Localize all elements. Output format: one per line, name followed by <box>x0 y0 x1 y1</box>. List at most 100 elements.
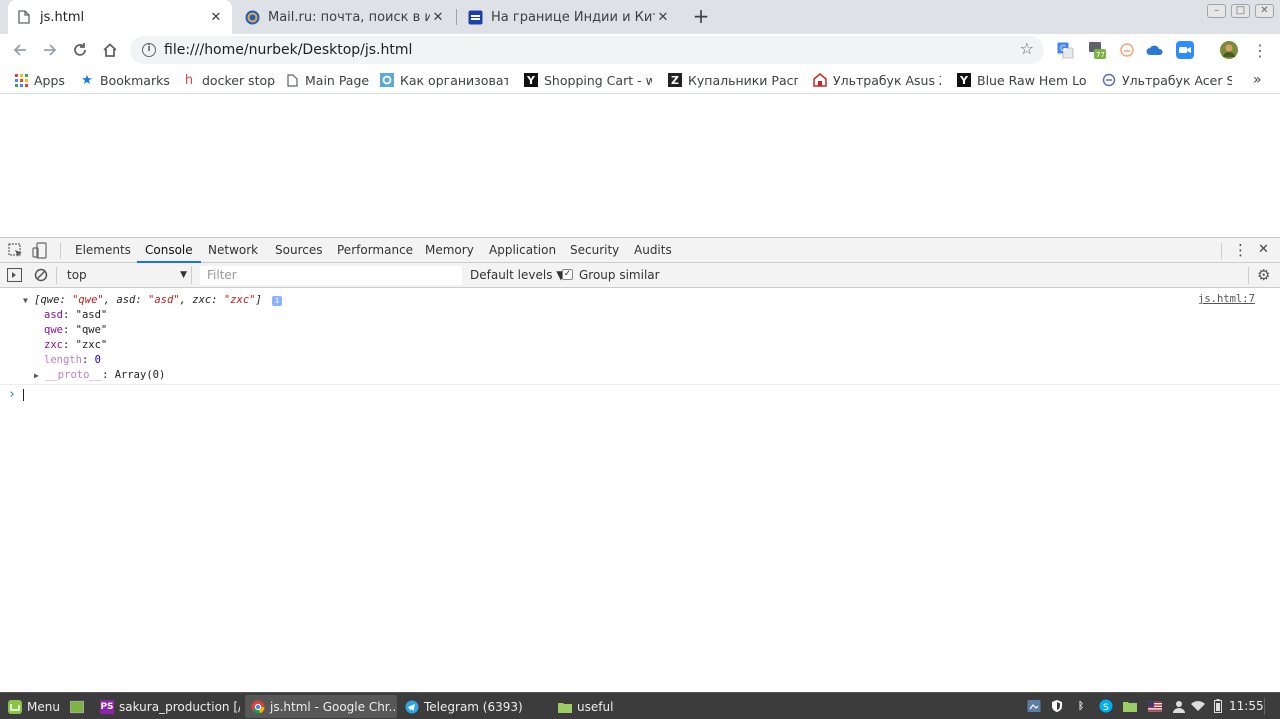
console-log-entry[interactable]: ▼ [qwe: "qwe", asd: "asd", zxc: "zxc"] i <box>23 294 283 306</box>
avatar[interactable] <box>1220 41 1238 59</box>
wifi-icon[interactable] <box>1191 699 1205 713</box>
cloud-extension-icon[interactable] <box>1118 41 1136 59</box>
object-property: length: 0 <box>44 354 101 366</box>
taskbar-window-useful[interactable]: useful <box>552 695 662 718</box>
sidebar-toggle-icon[interactable] <box>6 267 23 283</box>
notifications-tray[interactable] <box>1264 698 1276 715</box>
close-window-button[interactable]: ✕ <box>1255 4 1274 18</box>
expand-triangle-icon[interactable]: ▶ <box>34 371 39 380</box>
close-tab-icon[interactable]: ✕ <box>655 9 671 25</box>
tab-india-china[interactable]: На границе Индии и Китая с ✕ <box>459 0 679 34</box>
devtools-tab-elements[interactable]: Elements <box>75 238 131 263</box>
bookmark-bookmarks[interactable]: ★ Bookmarks <box>80 71 172 89</box>
close-tab-icon[interactable]: ✕ <box>430 9 446 25</box>
bookmark-apps[interactable]: Apps <box>14 71 74 89</box>
shop-icon <box>813 73 827 87</box>
tab-separator <box>456 9 457 25</box>
devtools-tab-network[interactable]: Network <box>208 238 258 263</box>
onedrive-icon[interactable] <box>1146 41 1164 59</box>
y-icon: Y <box>957 73 971 87</box>
screenshot-tray-icon[interactable] <box>1027 699 1041 713</box>
devtools-tab-security[interactable]: Security <box>570 238 619 263</box>
bluetooth-icon[interactable]: ᛒ <box>1074 699 1088 713</box>
console-divider <box>0 384 1280 385</box>
maximize-window-button[interactable]: □ <box>1231 4 1250 18</box>
bookmark-label: Bookmarks <box>100 72 170 88</box>
taskbar-window-chrome[interactable]: js.html - Google Chr... <box>245 695 397 718</box>
zoom-icon[interactable] <box>1176 41 1194 59</box>
proto-property[interactable]: ▶ __proto__: Array(0) <box>34 369 165 381</box>
close-devtools-icon[interactable]: ✕ <box>1258 242 1269 257</box>
user-icon[interactable] <box>1172 699 1186 713</box>
group-similar-label: Group similar <box>579 268 660 282</box>
reload-icon <box>74 43 86 56</box>
new-tab-button[interactable]: + <box>690 6 712 28</box>
text-cursor <box>22 388 24 401</box>
skype-icon[interactable]: S <box>1099 699 1113 713</box>
close-tab-icon[interactable]: ✕ <box>208 9 224 25</box>
gear-favicon <box>380 73 394 87</box>
kebab-menu-icon[interactable]: ⋮ <box>1251 41 1269 60</box>
filter-input[interactable]: Filter <box>200 266 462 285</box>
start-menu-button[interactable]: Menu <box>2 695 62 718</box>
bookmark-shopping-cart[interactable]: Y Shopping Cart - w <box>524 71 652 89</box>
inspect-element-icon[interactable] <box>8 243 24 259</box>
info-badge-icon[interactable]: i <box>272 296 283 306</box>
bookmark-asus[interactable]: Ультрабук Asus Z <box>813 71 941 89</box>
shield-icon[interactable] <box>1050 699 1064 713</box>
devtools-tab-sources[interactable]: Sources <box>275 238 322 263</box>
minimize-window-button[interactable]: – <box>1207 4 1226 18</box>
bookmark-main-page[interactable]: Main Page <box>285 71 370 89</box>
group-similar-checkbox[interactable]: ✓ <box>562 269 573 280</box>
forward-button[interactable] <box>38 38 62 62</box>
h-icon: h <box>184 72 194 88</box>
devtools-menu-icon[interactable]: ⋮ <box>1233 241 1248 259</box>
console-prompt[interactable]: › <box>8 387 24 402</box>
bookmark-docker-stop[interactable]: h docker stop <box>182 71 276 89</box>
clear-console-icon[interactable] <box>34 268 48 282</box>
bookmark-acer[interactable]: Ультрабук Acer Sp <box>1102 71 1232 89</box>
info-icon[interactable]: i <box>142 43 156 57</box>
extension-badge-icon[interactable]: 77 <box>1088 41 1106 59</box>
bookmark-label: docker stop <box>202 72 276 88</box>
devtools-tab-application[interactable]: Application <box>489 238 556 263</box>
toolbar-divider <box>60 243 61 259</box>
home-button[interactable] <box>98 38 122 62</box>
address-bar[interactable]: i file:///home/nurbek/Desktop/js.html ☆ <box>130 36 1044 64</box>
home-icon <box>103 43 117 57</box>
folder-icon[interactable] <box>1123 699 1137 713</box>
devtools-tab-performance[interactable]: Performance <box>337 238 413 263</box>
reload-button[interactable] <box>68 38 92 62</box>
context-selector[interactable]: top ▼ <box>60 266 192 284</box>
devtools-tab-console[interactable]: Console <box>137 238 201 263</box>
source-link[interactable]: js.html:7 <box>1198 293 1255 305</box>
bookmark-label: Купальники Расп <box>688 72 798 88</box>
tab-mail-ru[interactable]: Mail.ru: почта, поиск в интер ✕ <box>236 0 454 34</box>
console-settings-gear-icon[interactable]: ⚙ <box>1257 266 1270 284</box>
bookmark-swimsuits[interactable]: Z Купальники Расп <box>668 71 798 89</box>
translate-icon[interactable]: G <box>1056 41 1074 59</box>
svg-text:G: G <box>1060 44 1066 53</box>
object-property: qwe: "qwe" <box>44 324 108 336</box>
back-button[interactable] <box>8 38 32 62</box>
devtools-tab-audits[interactable]: Audits <box>634 238 672 263</box>
log-levels-dropdown[interactable]: Default levels ▼ <box>470 268 566 282</box>
expand-triangle-icon[interactable]: ▼ <box>23 296 28 305</box>
device-toolbar-icon[interactable] <box>32 242 48 259</box>
bookmark-organize[interactable]: Как организовать <box>380 71 508 89</box>
taskbar-window-telegram[interactable]: Telegram (6393) <box>399 695 549 718</box>
tab-js-html[interactable]: js.html ✕ <box>8 0 232 34</box>
us-flag-icon[interactable] <box>1148 699 1162 713</box>
devtools-tab-memory[interactable]: Memory <box>425 238 474 263</box>
svg-text:77: 77 <box>1096 51 1105 59</box>
tab-title: На границе Индии и Китая с <box>491 9 655 25</box>
system-clock[interactable]: 11:55 <box>1229 699 1264 713</box>
show-desktop-button[interactable] <box>64 695 92 718</box>
bookmarks-overflow-button[interactable]: » <box>1253 71 1269 89</box>
battery-icon[interactable] <box>1211 699 1225 713</box>
star-icon[interactable]: ☆ <box>1020 39 1034 58</box>
bookmark-blue-raw-hem[interactable]: Y Blue Raw Hem Lov <box>957 71 1087 89</box>
mint-logo-icon <box>8 699 22 714</box>
taskbar-window-sakura[interactable]: PS sakura_production [/... <box>94 695 240 718</box>
svg-text:S: S <box>1103 703 1109 713</box>
